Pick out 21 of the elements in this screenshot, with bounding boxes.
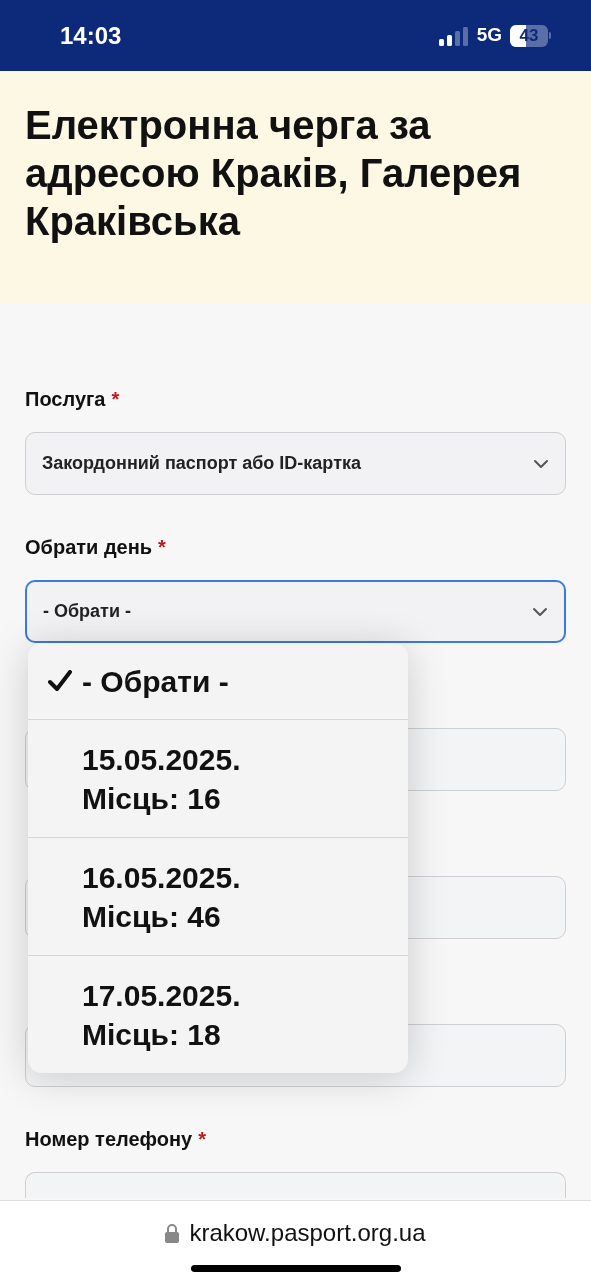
dropdown-option[interactable]: - Обрати - <box>28 643 408 719</box>
select-field[interactable]: Закордонний паспорт або ID-картка <box>25 432 566 495</box>
select-field[interactable]: - Обрати - <box>25 580 566 643</box>
chevron-down-icon <box>532 606 548 617</box>
url-text[interactable]: krakow.pasport.org.ua <box>189 1215 426 1251</box>
lock-icon <box>165 1223 180 1243</box>
signal-icon <box>438 25 469 46</box>
dropdown-option[interactable]: 15.05.2025. Місць: 16 <box>28 719 408 837</box>
field-label: Послуга <box>25 387 106 412</box>
required-asterisk: * <box>158 535 166 560</box>
required-asterisk: * <box>198 1127 207 1152</box>
required-asterisk: * <box>111 387 120 412</box>
field-label: Обрати день <box>25 535 153 560</box>
clock-time: 14:03 <box>60 20 122 51</box>
dropdown-option[interactable]: 17.05.2025. Місць: 18 <box>28 955 408 1073</box>
network-label: 5G <box>476 23 502 48</box>
field-label: Номер телефону <box>25 1127 193 1152</box>
chevron-down-icon <box>533 458 549 469</box>
dropdown-option[interactable]: 16.05.2025. Місць: 46 <box>28 837 408 955</box>
page-title: Електронна черга за адресою Краків, Галерея Краківська <box>25 102 523 245</box>
checkmark-icon <box>48 670 72 692</box>
